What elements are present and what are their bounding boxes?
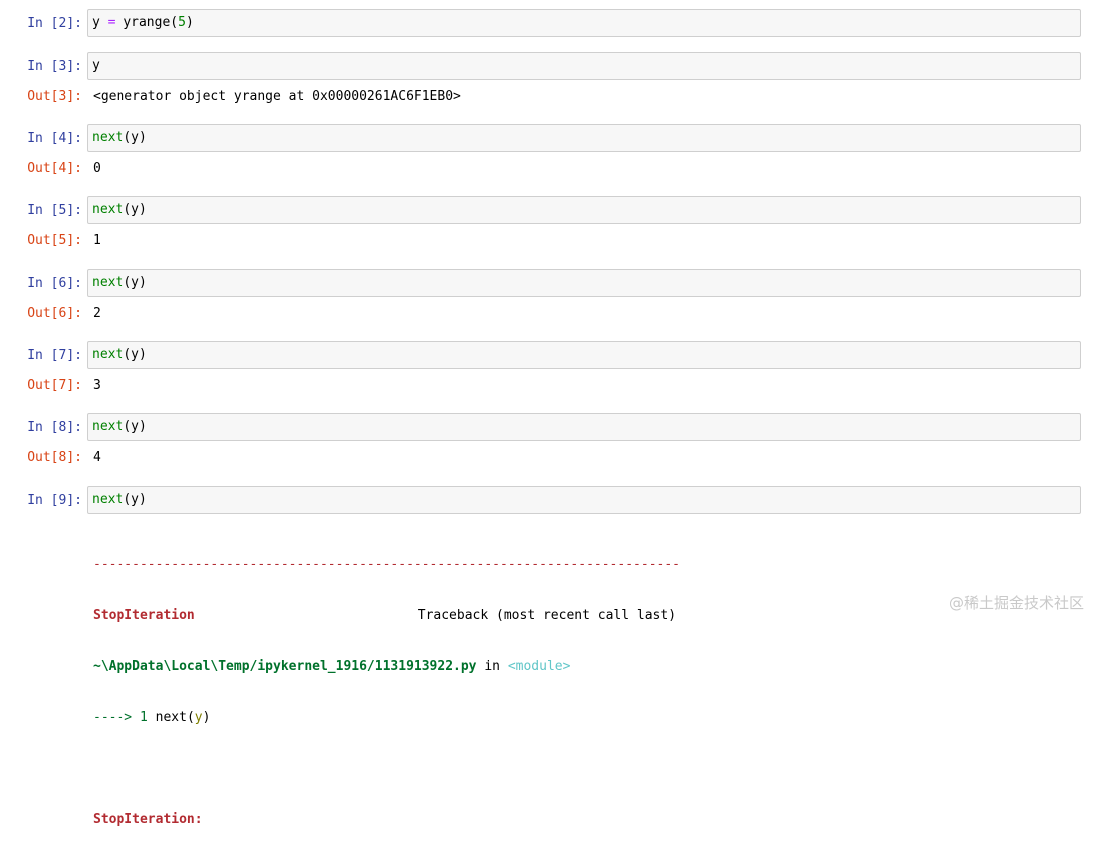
code-fn: yrange	[123, 15, 171, 30]
error-name: StopIteration	[93, 608, 195, 623]
code-input[interactable]: next(y)	[87, 413, 1081, 441]
code-args: (y)	[123, 275, 147, 290]
output-text: 0	[93, 161, 101, 176]
final-error: StopIteration:	[93, 812, 203, 827]
code-builtin: next	[92, 492, 124, 507]
output-prompt: Out[3]:	[27, 89, 82, 104]
code-input[interactable]: next(y)	[87, 196, 1081, 224]
input-prompt: In [4]:	[27, 131, 82, 146]
code-builtin: next	[92, 275, 124, 290]
traceback-file-line: ~\AppData\Local\Temp/ipykernel_1916/1131…	[93, 658, 1093, 675]
output-text: 4	[93, 450, 101, 465]
input-prompt: In [7]:	[27, 348, 82, 363]
output-text: 1	[93, 233, 101, 248]
arrow-marker: ----> 1	[93, 710, 156, 725]
output-text: <generator object yrange at 0x00000261AC…	[93, 89, 461, 104]
code-input[interactable]: y = yrange(5)	[87, 9, 1081, 37]
output-prompt: Out[4]:	[27, 161, 82, 176]
input-prompt: In [6]:	[27, 276, 82, 291]
code-builtin: next	[92, 419, 124, 434]
code-input[interactable]: next(y)	[87, 486, 1081, 514]
output-text: 2	[93, 306, 101, 321]
error-traceback: ----------------------------------------…	[93, 522, 1093, 845]
code-input[interactable]: next(y)	[87, 124, 1081, 152]
module-name: <module>	[507, 659, 571, 674]
file-path[interactable]: ~\AppData\Local\Temp/ipykernel_1916/1131…	[93, 659, 477, 674]
traceback-header: StopIteration Traceback (most recent call…	[93, 607, 1093, 624]
code-args: (y)	[123, 130, 147, 145]
traceback-label: Traceback (most recent call last)	[417, 608, 677, 623]
in-word: in	[476, 659, 508, 674]
arrow-arg: y	[194, 710, 203, 725]
code-input[interactable]: y	[87, 52, 1081, 80]
code-input[interactable]: next(y)	[87, 341, 1081, 369]
code-builtin: next	[92, 202, 124, 217]
input-prompt: In [9]:	[27, 493, 82, 508]
input-prompt: In [3]:	[27, 59, 82, 74]
input-prompt: In [2]:	[27, 16, 82, 31]
arrow-paren: (	[186, 710, 195, 725]
output-prompt: Out[7]:	[27, 378, 82, 393]
traceback-code-line: ----> 1 next(y)	[93, 709, 1093, 726]
traceback-separator: ----------------------------------------…	[93, 557, 680, 572]
output-prompt: Out[6]:	[27, 306, 82, 321]
watermark: @稀土掘金技术社区	[948, 594, 1084, 612]
output-text: 3	[93, 378, 101, 393]
code-builtin: next	[92, 130, 124, 145]
code-args: (y)	[123, 492, 147, 507]
arrow-paren: )	[202, 710, 211, 725]
code-text: y	[92, 58, 100, 73]
code-builtin: next	[92, 347, 124, 362]
code-args: (y)	[123, 202, 147, 217]
code-paren: )	[185, 15, 194, 30]
input-prompt: In [8]:	[27, 420, 82, 435]
code-paren: (	[170, 15, 179, 30]
code-var: y	[92, 15, 100, 30]
code-input[interactable]: next(y)	[87, 269, 1081, 297]
output-prompt: Out[8]:	[27, 450, 82, 465]
code-number: 5	[178, 15, 186, 30]
arrow-fn: next	[155, 710, 187, 725]
output-prompt: Out[5]:	[27, 233, 82, 248]
input-prompt: In [5]:	[27, 203, 82, 218]
code-args: (y)	[123, 347, 147, 362]
code-operator: =	[99, 15, 124, 30]
code-args: (y)	[123, 419, 147, 434]
